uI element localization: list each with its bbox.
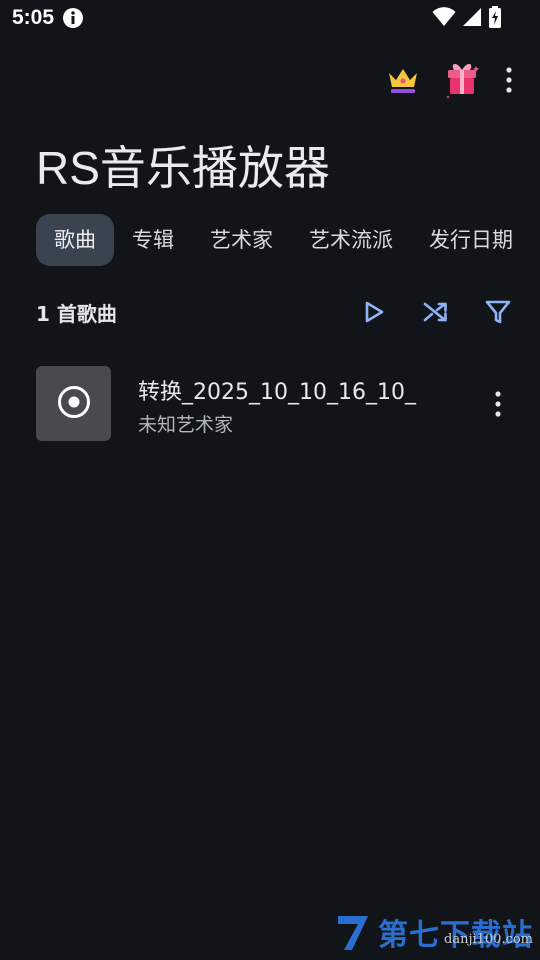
tab-artists[interactable]: 艺术家 (192, 214, 291, 266)
list-item[interactable]: 转换_2025_10_10_16_10_ 未知艺术家 (36, 366, 516, 442)
list-actions (356, 294, 516, 330)
disc-icon (57, 385, 91, 423)
top-actions (386, 60, 514, 100)
more-vert-icon[interactable] (504, 66, 514, 94)
status-time: 5:05 (12, 6, 55, 29)
watermark: 第七下载站 danji100.com (334, 908, 534, 958)
wifi-icon (432, 7, 456, 31)
tab-songs[interactable]: 歌曲 (36, 214, 114, 266)
song-count: 1 首歌曲 (36, 302, 117, 326)
album-art (36, 366, 111, 441)
tab-genres[interactable]: 艺术流派 (291, 214, 411, 266)
tab-albums[interactable]: 专辑 (114, 214, 192, 266)
song-title: 转换_2025_10_10_16_10_ (138, 380, 416, 405)
gift-icon[interactable] (444, 60, 480, 100)
play-icon[interactable] (356, 294, 392, 330)
signal-icon (462, 7, 482, 31)
crown-icon[interactable] (386, 65, 420, 95)
tab-bar: 歌曲 专辑 艺术家 艺术流派 发行日期 (36, 214, 531, 266)
watermark-url: danji100.com (444, 932, 534, 947)
status-bar: 5:05 (0, 0, 540, 38)
list-header: 1 首歌曲 (36, 290, 516, 334)
song-artist: 未知艺术家 (138, 414, 234, 436)
page-title: RS音乐播放器 (36, 142, 330, 194)
tab-release-date[interactable]: 发行日期 (411, 214, 531, 266)
more-vert-icon[interactable] (480, 384, 516, 424)
status-icons (432, 6, 502, 32)
watermark-logo-icon (338, 916, 368, 950)
info-icon (62, 7, 84, 29)
shuffle-icon[interactable] (418, 294, 454, 330)
filter-icon[interactable] (480, 294, 516, 330)
battery-icon (488, 6, 502, 32)
